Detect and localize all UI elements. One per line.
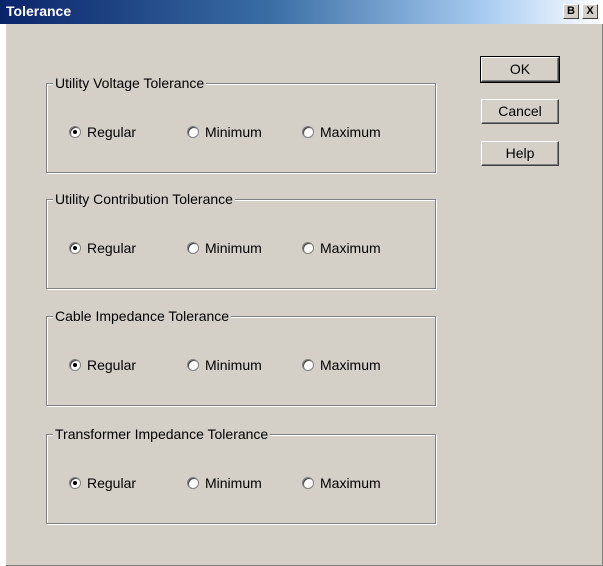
radio-icon[interactable] [302,242,314,254]
utility-voltage-regular-radio[interactable]: Regular [69,124,136,140]
radio-label: Regular [87,475,137,491]
title-bar[interactable]: Tolerance B X [0,0,603,24]
radio-label: Minimum [205,240,262,256]
cable-impedance-minimum-radio[interactable]: Minimum [187,357,262,373]
close-icon[interactable]: X [582,4,598,19]
group-label: Utility Contribution Tolerance [53,191,235,207]
cable-impedance-maximum-radio[interactable]: Maximum [302,357,381,373]
left-border [0,24,6,566]
radio-label: Regular [87,357,137,373]
transformer-impedance-minimum-radio[interactable]: Minimum [187,475,262,491]
radio-icon[interactable] [302,359,314,371]
cancel-button[interactable]: Cancel [481,99,559,124]
utility-contribution-maximum-radio[interactable]: Maximum [302,240,381,256]
radio-icon[interactable] [187,126,199,138]
utility-voltage-minimum-radio[interactable]: Minimum [187,124,262,140]
radio-selected-icon[interactable] [69,359,81,371]
context-help-icon[interactable]: B [563,4,579,19]
radio-selected-icon[interactable] [69,242,81,254]
utility-contribution-tolerance-group: Utility Contribution Tolerance Regular M… [46,191,436,289]
tolerance-dialog: Tolerance B X Utility Voltage Tolerance … [0,0,603,566]
radio-label: Regular [87,240,137,256]
radio-icon[interactable] [187,477,199,489]
window-title: Tolerance [6,3,72,19]
utility-voltage-maximum-radio[interactable]: Maximum [302,124,381,140]
radio-label: Minimum [205,124,262,140]
radio-label: Maximum [320,124,381,140]
transformer-impedance-regular-radio[interactable]: Regular [69,475,136,491]
utility-contribution-minimum-radio[interactable]: Minimum [187,240,262,256]
cable-impedance-tolerance-group: Cable Impedance Tolerance Regular Minimu… [46,308,436,406]
group-label: Utility Voltage Tolerance [53,75,207,91]
group-label: Transformer Impedance Tolerance [53,426,271,442]
group-label: Cable Impedance Tolerance [53,308,232,324]
radio-label: Maximum [320,475,381,491]
transformer-impedance-tolerance-group: Transformer Impedance Tolerance Regular … [46,426,436,524]
radio-icon[interactable] [187,359,199,371]
help-button[interactable]: Help [481,141,559,166]
utility-contribution-regular-radio[interactable]: Regular [69,240,136,256]
radio-label: Minimum [205,475,262,491]
radio-label: Minimum [205,357,262,373]
radio-label: Regular [87,124,137,140]
radio-icon[interactable] [187,242,199,254]
radio-icon[interactable] [302,126,314,138]
radio-selected-icon[interactable] [69,477,81,489]
radio-label: Maximum [320,240,381,256]
transformer-impedance-maximum-radio[interactable]: Maximum [302,475,381,491]
utility-voltage-tolerance-group: Utility Voltage Tolerance Regular Minimu… [46,75,436,173]
cable-impedance-regular-radio[interactable]: Regular [69,357,136,373]
radio-icon[interactable] [302,477,314,489]
radio-selected-icon[interactable] [69,126,81,138]
radio-label: Maximum [320,357,381,373]
ok-button[interactable]: OK [480,56,560,83]
